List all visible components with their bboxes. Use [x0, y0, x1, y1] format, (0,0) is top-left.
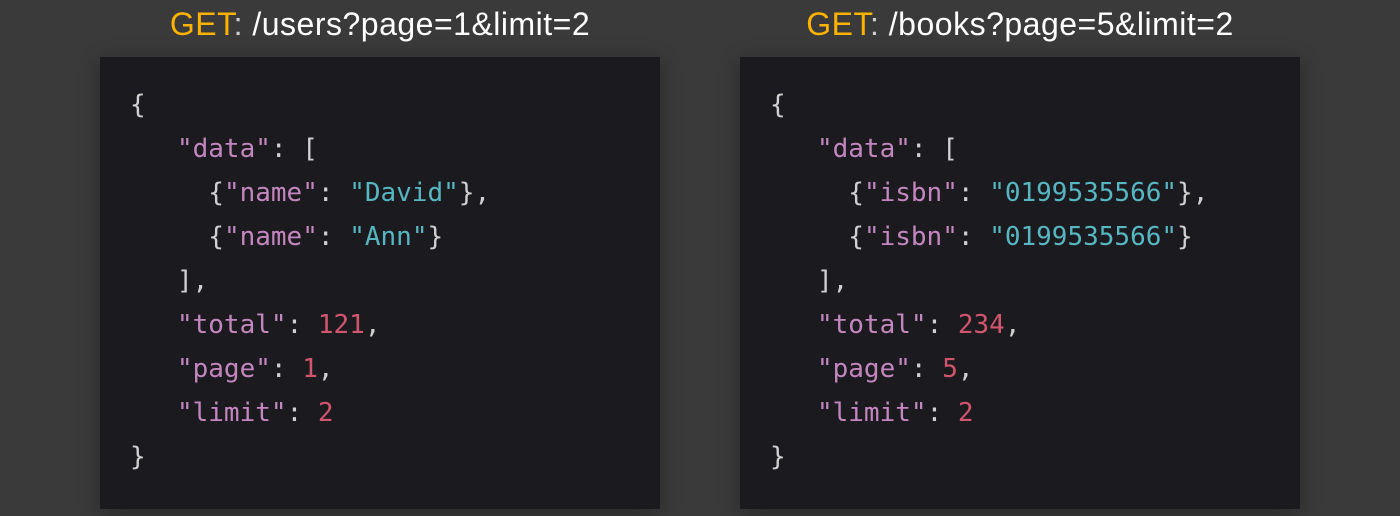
value-limit: 2 — [958, 398, 974, 428]
key-item-0: isbn — [880, 178, 943, 208]
key-limit: limit — [833, 398, 911, 428]
stage: GET: /users?page=1&limit=2 { "data": [ {… — [0, 0, 1400, 509]
key-total: total — [193, 310, 271, 340]
request-line-users: GET: /users?page=1&limit=2 — [170, 6, 590, 43]
key-item-1: name — [240, 222, 303, 252]
key-data: data — [193, 134, 256, 164]
value-item-1: 0199535566 — [1005, 222, 1162, 252]
key-item-1: isbn — [880, 222, 943, 252]
key-page: page — [193, 354, 256, 384]
value-item-0: 0199535566 — [1005, 178, 1162, 208]
http-method: GET — [170, 6, 234, 42]
key-limit: limit — [193, 398, 271, 428]
value-page: 1 — [302, 354, 318, 384]
http-method: GET — [806, 6, 870, 42]
value-total: 234 — [958, 310, 1005, 340]
panel-users: GET: /users?page=1&limit=2 { "data": [ {… — [100, 6, 660, 509]
key-data: data — [833, 134, 896, 164]
request-line-books: GET: /books?page=5&limit=2 — [806, 6, 1233, 43]
value-total: 121 — [318, 310, 365, 340]
value-item-0: David — [365, 178, 443, 208]
value-limit: 2 — [318, 398, 334, 428]
key-item-0: name — [240, 178, 303, 208]
request-path: /users?page=1&limit=2 — [252, 6, 590, 42]
key-total: total — [833, 310, 911, 340]
value-page: 5 — [942, 354, 958, 384]
response-body-books: { "data": [ {"isbn": "0199535566"}, {"is… — [740, 57, 1300, 509]
panel-books: GET: /books?page=5&limit=2 { "data": [ {… — [740, 6, 1300, 509]
response-body-users: { "data": [ {"name": "David"}, {"name": … — [100, 57, 660, 509]
key-page: page — [833, 354, 896, 384]
request-path: /books?page=5&limit=2 — [889, 6, 1234, 42]
value-item-1: Ann — [365, 222, 412, 252]
